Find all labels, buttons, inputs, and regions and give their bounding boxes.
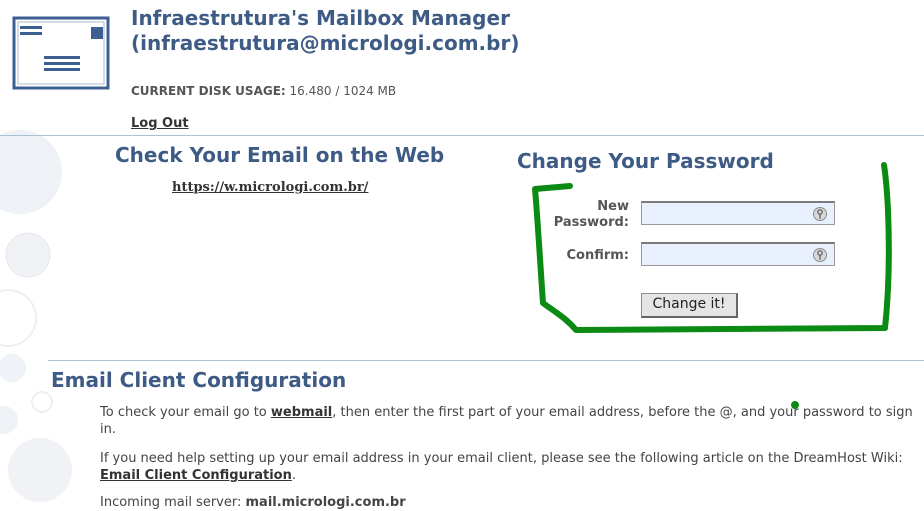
title-line-1: Infraestrutura's Mailbox Manager (131, 6, 510, 30)
incoming-server-text: Incoming mail server: mail.micrologi.com… (100, 494, 918, 511)
logout-link[interactable]: Log Out (131, 116, 189, 131)
section-divider (48, 360, 924, 361)
mail-envelope-icon (12, 16, 110, 90)
incoming-server-value: mail.micrologi.com.br (245, 495, 406, 510)
webmail-instructions: To check your email go to webmail, then … (100, 404, 918, 438)
disk-usage-value: 16.480 / 1024 MB (289, 84, 397, 98)
disk-usage-label: CURRENT DISK USAGE: (131, 84, 286, 98)
new-password-label: New Password: (521, 199, 629, 231)
webmail-heading: Check Your Email on the Web (115, 143, 445, 167)
title-line-2: (infraestrutura@micrologi.com.br) (131, 31, 520, 55)
client-help-text: If you need help setting up your email a… (100, 450, 918, 484)
para2-text-after: . (291, 468, 297, 483)
email-client-config-link[interactable]: Email Client Configuration (100, 468, 292, 483)
para1-text-before: To check your email go to (100, 405, 271, 420)
header-divider (0, 135, 924, 136)
email-client-config-heading: Email Client Configuration (51, 368, 347, 392)
confirm-password-input[interactable] (641, 242, 835, 266)
new-password-input[interactable] (641, 201, 835, 225)
page-title: Infraestrutura's Mailbox Manager (infrae… (131, 6, 519, 56)
para2-text-before: If you need help setting up your email a… (100, 451, 903, 466)
key-icon[interactable] (812, 247, 828, 263)
confirm-label: Confirm: (566, 248, 629, 263)
new-password-label-line1: New (597, 199, 629, 214)
incoming-server-label: Incoming mail server: (100, 495, 246, 510)
new-password-label-line2: Password: (553, 215, 629, 230)
change-password-heading: Change Your Password (517, 149, 774, 173)
webmail-url-link[interactable]: https://w.micrologi.com.br/ (172, 180, 368, 195)
disk-usage: CURRENT DISK USAGE: 16.480 / 1024 MB (131, 84, 396, 98)
webmail-link[interactable]: webmail (271, 405, 332, 420)
change-password-button[interactable]: Change it! (641, 293, 738, 318)
key-icon[interactable] (812, 206, 828, 222)
